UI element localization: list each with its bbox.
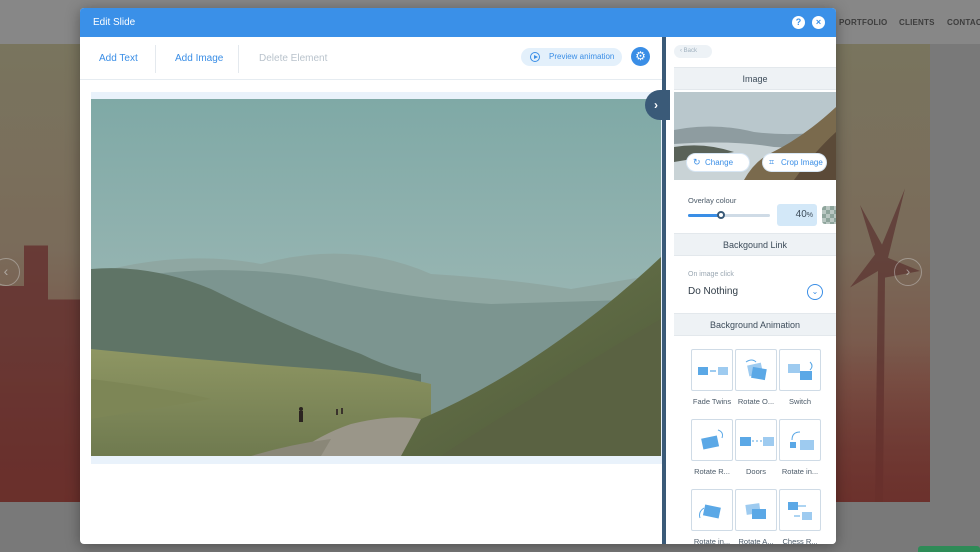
- toolbar-separator: [238, 45, 239, 73]
- crop-image-label: Crop Image: [781, 158, 823, 167]
- fade-twins-icon: [691, 349, 733, 391]
- preview-animation-button[interactable]: Preview animation: [521, 48, 622, 66]
- background-animation-section-title: Background Animation: [674, 313, 836, 336]
- animation-option-label: Rotate A...: [738, 537, 774, 544]
- collapse-panel-button[interactable]: ›: [645, 90, 670, 120]
- animation-option[interactable]: Fade Twins: [691, 349, 733, 406]
- doors-icon: [735, 419, 777, 461]
- animation-option[interactable]: Chess R...: [779, 489, 821, 544]
- overlay-percent-input[interactable]: 40%: [777, 204, 817, 226]
- refresh-icon: ↻: [693, 157, 701, 167]
- chess-r-icon: [779, 489, 821, 531]
- link-action-dropdown[interactable]: Do Nothing: [688, 286, 738, 297]
- settings-gear-icon[interactable]: ⚙: [631, 47, 650, 66]
- slider-fill: [688, 214, 721, 217]
- modal-title: Edit Slide: [93, 17, 136, 28]
- crop-icon: ⌗: [769, 157, 775, 167]
- rotate-out-icon: [735, 349, 777, 391]
- animation-option-label: Rotate in...: [693, 537, 731, 544]
- switch-icon: [779, 349, 821, 391]
- rotate-right-icon: [691, 419, 733, 461]
- back-button[interactable]: ‹ Back: [674, 45, 712, 58]
- image-section-title: Image: [674, 67, 836, 90]
- background-green-button: [918, 546, 980, 552]
- slide-background-image[interactable]: [91, 99, 661, 456]
- rotate-in-2-icon: [691, 489, 733, 531]
- on-image-click-label: On image click: [688, 271, 734, 278]
- toolbar-separator: [155, 45, 156, 73]
- chevron-down-icon[interactable]: ⌄: [807, 284, 823, 300]
- animation-option[interactable]: Rotate in...: [779, 419, 821, 476]
- animation-option-label: Rotate O...: [737, 397, 775, 406]
- animation-option-label: Doors: [745, 467, 766, 476]
- rotate-a-icon: [735, 489, 777, 531]
- preview-animation-label: Preview animation: [549, 52, 615, 61]
- settings-panel: ‹ Back Image ↻ Change ⌗ Crop Image Overl…: [674, 37, 836, 544]
- slide-canvas[interactable]: [91, 92, 662, 464]
- play-icon: [530, 52, 540, 62]
- animation-option-label: Rotate R...: [694, 467, 730, 476]
- add-text-button[interactable]: Add Text: [99, 53, 138, 64]
- change-image-label: Change: [705, 158, 734, 167]
- animation-option[interactable]: Switch: [779, 349, 821, 406]
- overlay-opacity-slider[interactable]: [688, 211, 770, 219]
- overlay-colour-label: Overlay colour: [688, 196, 737, 205]
- animation-option[interactable]: Rotate O...: [735, 349, 777, 406]
- animation-option-label: Rotate in...: [781, 467, 819, 476]
- rotate-in-icon: [779, 419, 821, 461]
- edit-slide-modal: Edit Slide ? × Add Text Add Image Delete…: [80, 8, 836, 544]
- background-link-section-title: Backgound Link: [674, 233, 836, 256]
- mountain-landscape-image: [91, 99, 661, 456]
- slider-knob[interactable]: [716, 211, 725, 219]
- animation-option-label: Chess R...: [782, 537, 818, 544]
- animation-option-label: Fade Twins: [692, 397, 732, 406]
- overlay-percent-value: 40: [795, 209, 807, 220]
- modal-header: Edit Slide ? ×: [80, 8, 836, 37]
- delete-element-button[interactable]: Delete Element: [259, 53, 327, 64]
- help-icon[interactable]: ?: [792, 16, 805, 29]
- overlay-color-swatch[interactable]: [822, 206, 836, 224]
- editor-toolbar: Add Text Add Image Delete Element Previe…: [80, 37, 662, 80]
- close-icon[interactable]: ×: [812, 16, 825, 29]
- overlay-percent-unit: %: [806, 212, 813, 219]
- change-image-button[interactable]: ↻ Change: [687, 154, 749, 171]
- animation-option[interactable]: Rotate in...: [691, 489, 733, 544]
- crop-image-button[interactable]: ⌗ Crop Image: [763, 154, 826, 171]
- animation-option[interactable]: Doors: [735, 419, 777, 476]
- add-image-button[interactable]: Add Image: [175, 53, 223, 64]
- animation-option[interactable]: Rotate R...: [691, 419, 733, 476]
- animation-option-label: Switch: [788, 397, 812, 406]
- animation-option[interactable]: Rotate A...: [735, 489, 777, 544]
